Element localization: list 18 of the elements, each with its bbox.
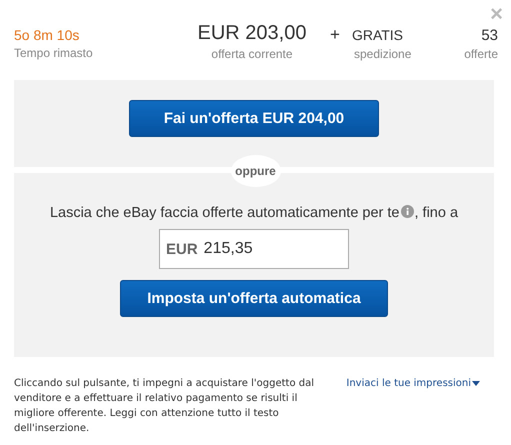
caret-icon <box>472 380 480 386</box>
stat-value: EUR 203,00 <box>198 22 306 45</box>
stat-label: spedizione <box>354 47 412 61</box>
stat-label: offerte <box>464 47 498 61</box>
max-bid-field[interactable]: EUR 215,35 <box>159 229 349 269</box>
stat-value: GRATIS <box>352 27 404 43</box>
disclaimer-text: Cliccando sul pulsante, ti impegni a acquistare l'oggetto dal venditore e a effettuare il relativo pagamento se risulti il migliore offerente. Leggi con attenzione tutto il testo dell'inserzione. <box>14 377 316 436</box>
bid-button[interactable]: Fai un'offerta EUR 204,00 <box>129 100 379 137</box>
stat-label: offerta corrente <box>211 47 293 61</box>
stat-value: 5o 8m 10s <box>14 27 80 43</box>
auto-bid-button[interactable]: Imposta un'offerta automatica <box>120 280 388 317</box>
info-icon[interactable] <box>400 205 414 218</box>
feedback-link[interactable]: Inviaci le tue impressioni <box>346 376 480 390</box>
stat-value: 53 <box>481 27 498 44</box>
plus-sign: + <box>330 25 340 45</box>
auto-bid-text: Lascia che eBay faccia offerte automaticamente per te <box>50 205 400 221</box>
auto-bid-text-end: , fino a <box>414 205 458 221</box>
stat-label: Tempo rimasto <box>14 46 93 60</box>
